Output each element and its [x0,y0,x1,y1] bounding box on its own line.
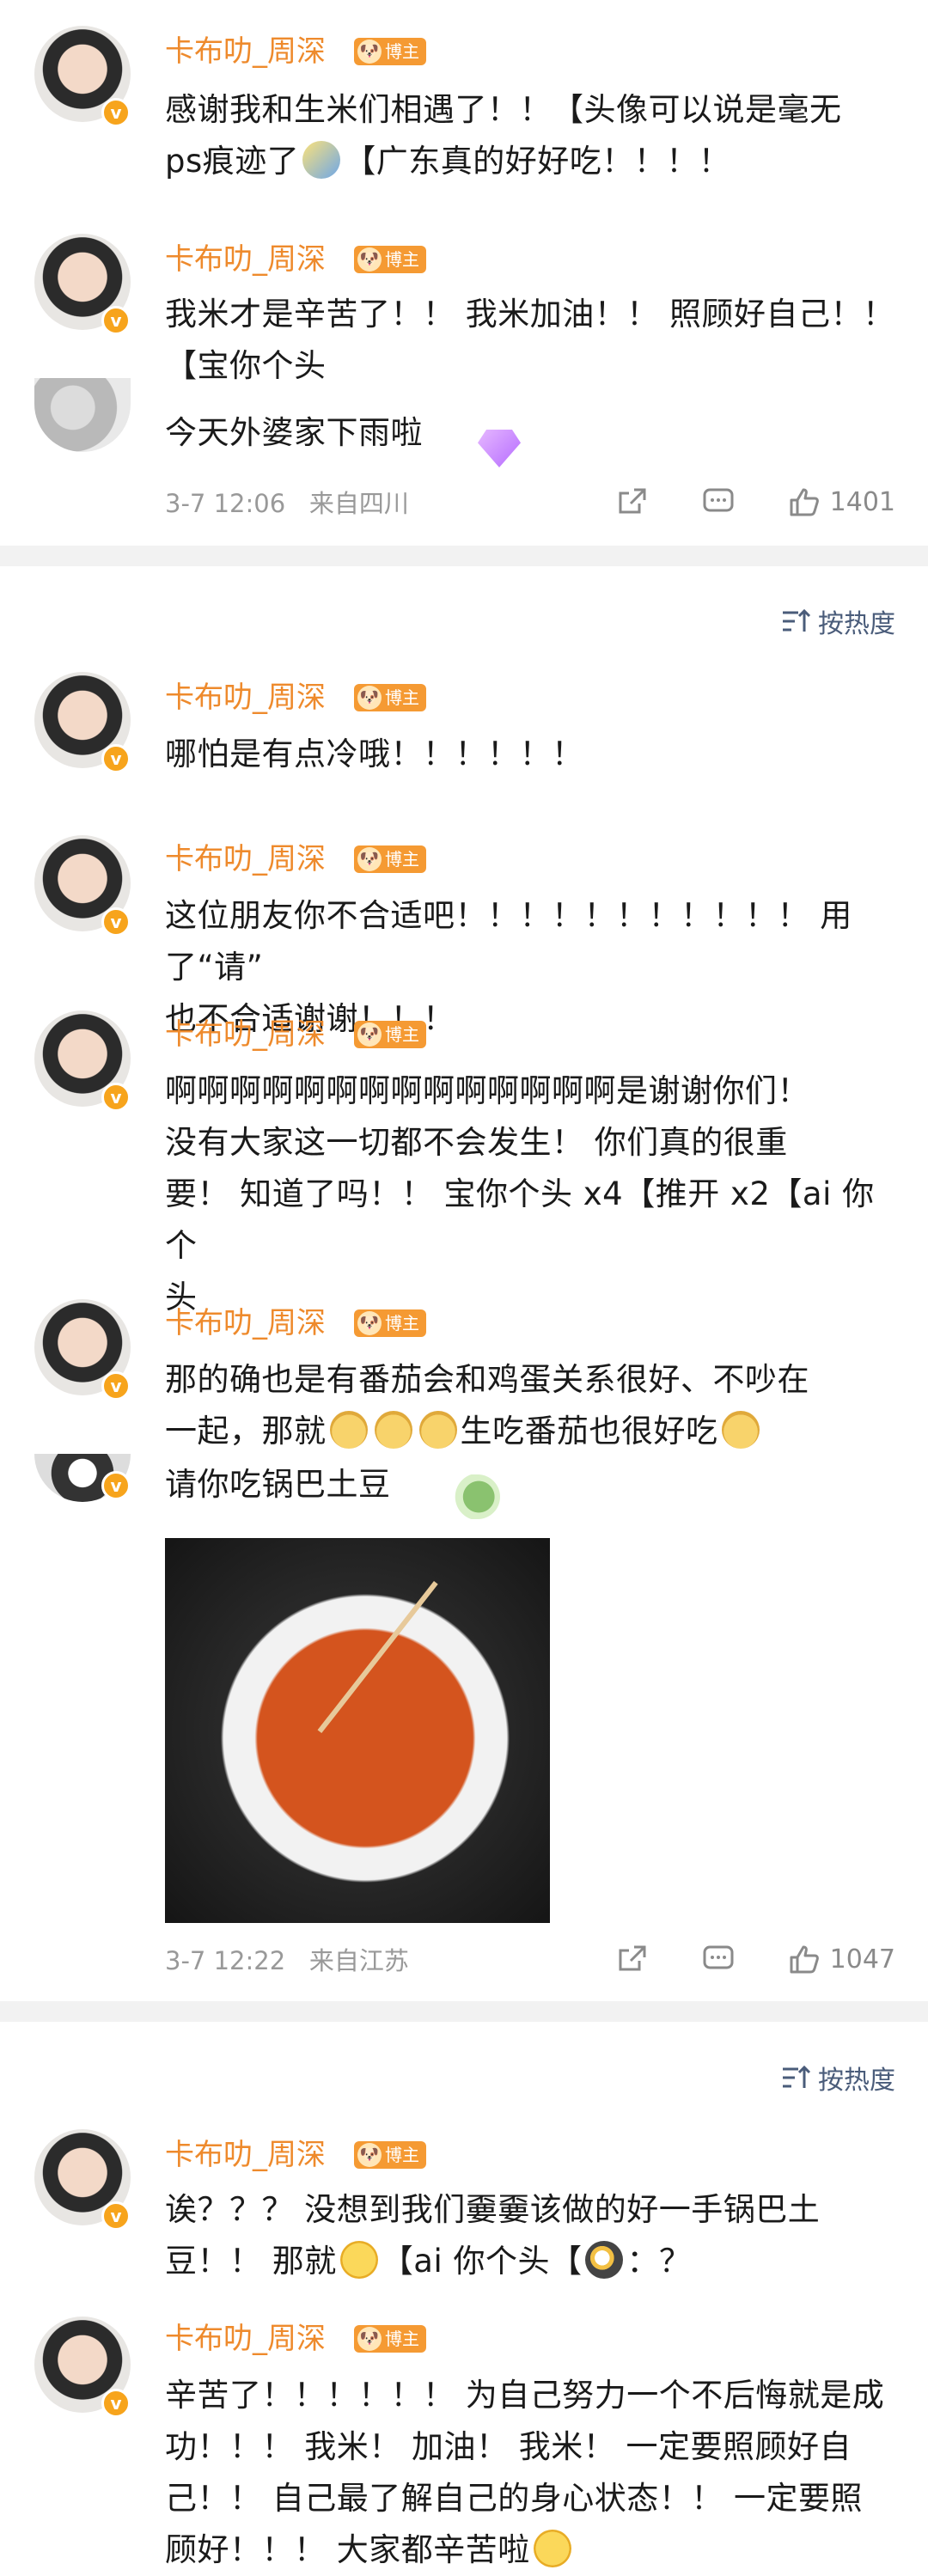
baby-bottle-icon [302,141,341,179]
like-button[interactable]: 1401 [787,485,895,519]
share-icon [619,488,646,514]
blogger-badge: 🐶 博主 [354,246,426,273]
doge-emoji-icon [374,1411,412,1449]
reply-text: 我米才是辛苦了！！ 我米加油！！ 照顾好自己！！ 【宝你个头 [165,296,895,384]
sort-icon [783,2065,811,2088]
blogger-badge: 🐶 博主 [354,1021,426,1048]
action-bar: 1047 [564,1942,895,1976]
author-name[interactable]: 卡布叻_周深 [165,242,326,277]
section-divider [0,2001,928,2022]
author-name[interactable]: 卡布叻_周深 [165,842,326,876]
reply-text: 啊啊啊啊啊啊啊啊啊啊啊啊啊啊是谢谢你们！ 没有大家这一切都不会发生！ 你们真的很… [165,1072,875,1315]
share-button[interactable] [615,1942,650,1976]
doge-emoji-icon [418,1411,457,1449]
comment-thread-1: v 卡布叻_周深 🐶 博主 感谢我和生米们相遇了！！【头像可以说是毫无 ps痕迹了… [0,0,928,546]
sort-icon [783,608,811,632]
smile-emoji-icon [339,2241,378,2279]
crying-emoji-icon [533,2530,571,2567]
verified-badge-icon: v [101,1083,131,1112]
thumb-up-icon [790,488,819,516]
dog-badge-icon: 🐶 [357,1311,382,1335]
cactus-sticker-icon [447,1474,500,1519]
blogger-badge: 🐶 博主 [354,1309,426,1337]
author-name[interactable]: 卡布叻_周深 [165,2138,326,2172]
share-button[interactable] [615,485,650,519]
sub-comment-text: 今天外婆家下雨啦 [165,414,423,451]
verified-badge-icon: v [101,2201,131,2231]
dog-badge-icon: 🐶 [357,40,382,64]
comment-text: 哪怕是有点冷哦！！！！！！ [165,736,584,772]
comment-meta: 3-7 12:22 来自江苏 [165,1946,409,1975]
author-name[interactable]: 卡布叻_周深 [165,34,326,69]
dog-badge-icon: 🐶 [357,1022,382,1047]
sort-by-hot-button[interactable]: 按热度 [780,2059,895,2097]
author-name[interactable]: 卡布叻_周深 [165,2322,326,2356]
comment-button[interactable] [701,485,736,519]
doge-emoji-icon [721,1411,760,1449]
frying-pan-icon [585,2241,624,2279]
reply-text: 那的确也是有番茄会和鸡蛋关系很好、不吵在 一起，那就 生吃番茄也很好吃 [165,1361,809,1450]
thumb-up-icon [790,1945,819,1974]
comment-meta: 3-7 12:06 来自四川 [165,489,409,518]
verified-badge-icon: v [101,907,131,937]
like-count: 1401 [829,486,895,517]
dog-badge-icon: 🐶 [357,847,382,871]
verified-badge-icon: v [101,744,131,773]
comment-button[interactable] [701,1942,736,1976]
comment-icon [703,1945,734,1969]
action-bar: 1401 [564,485,895,519]
sort-by-hot-button[interactable]: 按热度 [780,602,895,640]
blogger-badge: 🐶 博主 [354,2141,426,2169]
dog-badge-icon: 🐶 [357,247,382,272]
share-icon [619,1945,646,1971]
author-name[interactable]: 卡布叻_周深 [165,681,326,715]
reply-text: 诶？？？ 没想到我们嫑嫑该做的好一手锅巴土 豆！！ 那就 【ai 你个头【：？ [165,2191,821,2280]
verified-badge-icon: v [101,306,131,335]
blogger-badge: 🐶 博主 [354,684,426,711]
section-divider [0,546,928,566]
blogger-badge: 🐶 博主 [354,845,426,873]
verified-badge-icon: v [101,1371,131,1401]
verified-badge-icon: v [101,1471,131,1500]
diamond-sticker-icon [478,430,521,467]
doge-emoji-icon [329,1411,368,1449]
verified-badge-icon: v [101,98,131,127]
dog-badge-icon: 🐶 [357,686,382,710]
dog-badge-icon: 🐶 [357,2143,382,2167]
verified-badge-icon: v [101,2389,131,2418]
comment-icon [703,488,734,512]
sub-comment-text: 请你吃锅巴土豆 [165,1466,391,1503]
author-name[interactable]: 卡布叻_周深 [165,1306,326,1340]
dog-badge-icon: 🐶 [357,2327,382,2351]
post-image-potato[interactable] [165,1538,550,1923]
blogger-badge: 🐶 博主 [354,2325,426,2353]
like-button[interactable]: 1047 [787,1942,895,1976]
like-count: 1047 [829,1944,895,1975]
blogger-badge: 🐶 博主 [354,38,426,65]
avatar[interactable] [34,378,131,452]
comment-text: 感谢我和生米们相遇了！！【头像可以说是毫无 ps痕迹了 【广东真的好好吃！！！！ [165,91,842,180]
reply-text: 辛苦了！！！！！！ 为自己努力一个不后悔就是成 功！！！ 我米！ 加油！ 我米！… [165,2377,885,2568]
author-name[interactable]: 卡布叻_周深 [165,1017,326,1052]
